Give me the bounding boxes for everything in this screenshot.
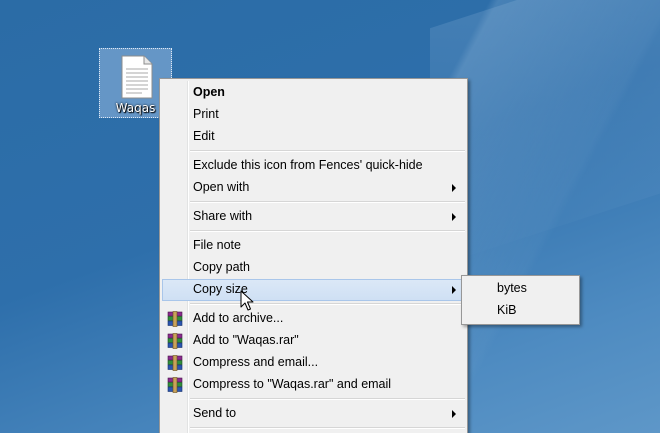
- menu-item-copy-path[interactable]: Copy path: [162, 257, 465, 279]
- winrar-icon: [167, 333, 183, 349]
- menu-separator: [190, 201, 465, 203]
- menu-item-print[interactable]: Print: [162, 104, 465, 126]
- submenu-arrow-icon: [452, 286, 456, 294]
- menu-item-label: Compress to "Waqas.rar" and email: [193, 377, 392, 391]
- submenu-arrow-icon: [452, 184, 456, 192]
- menu-item-label: Edit: [193, 129, 215, 143]
- menu-item-open-with[interactable]: Open with: [162, 177, 465, 199]
- menu-item-label: Print: [193, 107, 219, 121]
- menu-item-label: Share with: [193, 209, 253, 223]
- menu-item-label: File note: [193, 238, 241, 252]
- menu-item-label: Compress and email...: [193, 355, 319, 369]
- menu-item-add-to-rar[interactable]: Add to "Waqas.rar": [162, 330, 465, 352]
- copy-size-submenu: bytes KiB: [461, 275, 580, 325]
- context-menu: Open Print Edit Exclude this icon from F…: [159, 78, 468, 433]
- winrar-icon: [167, 355, 183, 371]
- winrar-icon: [167, 311, 183, 327]
- mouse-cursor-icon: [240, 290, 254, 315]
- menu-separator: [190, 398, 465, 400]
- menu-item-edit[interactable]: Edit: [162, 126, 465, 148]
- menu-item-compress-to-rar-email[interactable]: Compress to "Waqas.rar" and email: [162, 374, 465, 396]
- text-file-icon: [120, 55, 154, 102]
- menu-item-label: Exclude this icon from Fences' quick-hid…: [193, 158, 423, 172]
- submenu-arrow-icon: [452, 213, 456, 221]
- menu-separator: [190, 230, 465, 232]
- menu-item-share-with[interactable]: Share with: [162, 206, 465, 228]
- menu-item-label: Add to archive...: [193, 311, 284, 325]
- menu-item-copy-size[interactable]: Copy size: [162, 279, 465, 301]
- menu-separator: [190, 150, 465, 152]
- menu-item-label: Copy path: [193, 260, 250, 274]
- menu-item-compress-email[interactable]: Compress and email...: [162, 352, 465, 374]
- submenu-item-label: KiB: [497, 303, 517, 317]
- submenu-item-bytes[interactable]: bytes: [464, 278, 577, 300]
- submenu-item-label: bytes: [497, 281, 527, 295]
- menu-item-open[interactable]: Open: [162, 82, 465, 104]
- menu-item-exclude-fences[interactable]: Exclude this icon from Fences' quick-hid…: [162, 155, 465, 177]
- menu-separator: [190, 427, 465, 429]
- menu-item-label: Add to "Waqas.rar": [193, 333, 299, 347]
- winrar-icon: [167, 377, 183, 393]
- menu-item-add-to-archive[interactable]: Add to archive...: [162, 308, 465, 330]
- menu-item-send-to[interactable]: Send to: [162, 403, 465, 425]
- submenu-item-kib[interactable]: KiB: [464, 300, 577, 322]
- menu-item-label: Open with: [193, 180, 250, 194]
- menu-item-label: Open: [193, 85, 225, 99]
- menu-separator: [190, 303, 465, 305]
- submenu-arrow-icon: [452, 410, 456, 418]
- menu-item-label: Send to: [193, 406, 237, 420]
- menu-item-file-note[interactable]: File note: [162, 235, 465, 257]
